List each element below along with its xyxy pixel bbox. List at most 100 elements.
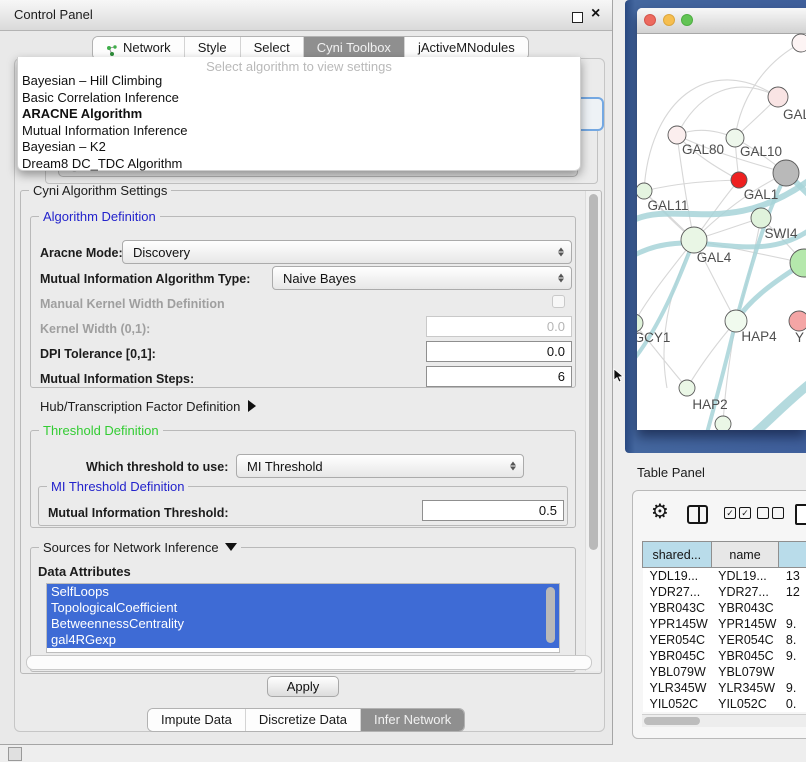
table-cell[interactable] <box>779 600 806 616</box>
close-panel-button[interactable]: × <box>591 5 600 23</box>
attribute-item-gal4rgexp[interactable]: gal4RGexp <box>47 632 559 648</box>
hub-tf-expander[interactable]: Hub/Transcription Factor Definition <box>40 399 256 414</box>
network-node-y[interactable] <box>789 311 806 331</box>
table-row[interactable]: YPR145WYPR145W9. <box>643 616 806 632</box>
dpi-tolerance-field[interactable] <box>426 341 572 362</box>
table-row[interactable]: YDR27...YDR27...12 <box>643 584 806 600</box>
zoom-traffic-light-icon[interactable] <box>681 14 693 26</box>
attribute-item-topologicalcoefficient[interactable]: TopologicalCoefficient <box>47 600 559 616</box>
table-cell[interactable]: YDR27... <box>643 584 712 600</box>
column-header-shared-[interactable]: shared... <box>643 542 712 568</box>
algorithm-option-bayesian-k2[interactable]: Bayesian – K2 <box>18 139 580 156</box>
network-node-hap2[interactable] <box>679 380 695 396</box>
table-cell[interactable]: 9. <box>779 680 806 696</box>
table-cell[interactable]: YBR043C <box>711 600 779 616</box>
table-cell[interactable]: YER054C <box>643 632 712 648</box>
tab-cyni-toolbox[interactable]: Cyni Toolbox <box>303 37 404 59</box>
settings-scrollbar-track[interactable] <box>585 191 600 671</box>
deselect-all-checkboxes-icon[interactable] <box>757 507 784 519</box>
table-cell[interactable]: 0. <box>779 696 806 712</box>
table-cell[interactable]: YBL079W <box>643 664 712 680</box>
mi-threshold-field[interactable] <box>422 500 564 521</box>
table-row[interactable]: YER054CYER054C8. <box>643 632 806 648</box>
table-row[interactable]: YBL079WYBL079W <box>643 664 806 680</box>
table-cell[interactable]: 12 <box>779 584 806 600</box>
table-cell[interactable]: YBR043C <box>643 600 712 616</box>
table-cell[interactable]: YLR345W <box>711 680 779 696</box>
aracne-mode-combo[interactable]: Discovery <box>122 240 572 264</box>
column-header-partial[interactable] <box>779 542 806 568</box>
table-row[interactable]: YDL19...YDL19...13 <box>643 568 806 585</box>
table-horizontal-scrollbar[interactable] <box>642 714 806 727</box>
table-cell[interactable]: YIL052C <box>643 696 712 712</box>
algorithm-option-mutual-information-inference[interactable]: Mutual Information Inference <box>18 123 580 140</box>
node-label-gcy1: GCY1 <box>637 330 670 345</box>
tab-style[interactable]: Style <box>184 37 240 59</box>
network-node[interactable] <box>773 160 799 186</box>
network-edge-highlighted[interactable] <box>755 381 806 430</box>
gear-icon[interactable]: ⚙ <box>651 502 669 522</box>
algorithm-option-aracne-algorithm[interactable]: ARACNE Algorithm <box>18 106 580 123</box>
network-node-swi4[interactable] <box>751 208 771 228</box>
node-table[interactable]: shared...nameYDL19...YDL19...13YDR27...Y… <box>642 541 806 712</box>
table-cell[interactable]: 9. <box>779 616 806 632</box>
minimized-panel-grip[interactable] <box>8 747 22 761</box>
algorithm-option-dream8-dc-tdc-algorithm[interactable]: Dream8 DC_TDC Algorithm <box>18 156 580 173</box>
column-header-name[interactable]: name <box>711 542 779 568</box>
mi-algorithm-type-combo[interactable]: Naive Bayes <box>272 266 572 290</box>
algorithm-option-basic-correlation-inference[interactable]: Basic Correlation Inference <box>18 90 580 107</box>
table-cell[interactable]: YBR045C <box>643 648 712 664</box>
mi-steps-field[interactable] <box>426 366 572 387</box>
attribute-item-betweennesscentrality[interactable]: BetweennessCentrality <box>47 616 559 632</box>
split-columns-icon[interactable] <box>687 505 708 524</box>
table-cell[interactable]: YDR27... <box>711 584 779 600</box>
sheet-icon[interactable] <box>795 504 806 525</box>
table-cell[interactable]: YLR345W <box>643 680 712 696</box>
network-node-gal[interactable] <box>768 87 788 107</box>
float-window-button[interactable] <box>572 12 583 23</box>
network-node[interactable] <box>792 34 806 52</box>
table-cell[interactable]: YBR045C <box>711 648 779 664</box>
tab-label: Impute Data <box>161 709 232 731</box>
minimize-traffic-light-icon[interactable] <box>663 14 675 26</box>
close-traffic-light-icon[interactable] <box>644 14 656 26</box>
tab-impute-data[interactable]: Impute Data <box>148 709 245 731</box>
table-cell[interactable]: 9. <box>779 648 806 664</box>
which-threshold-value: MI Threshold <box>247 459 323 474</box>
table-cell[interactable]: YIL052C <box>711 696 779 712</box>
table-cell[interactable]: YER054C <box>711 632 779 648</box>
table-cell[interactable]: YPR145W <box>711 616 779 632</box>
apply-button[interactable]: Apply <box>267 676 339 697</box>
attribute-item-selfloops[interactable]: SelfLoops <box>47 584 559 600</box>
network-view[interactable]: GALGAL80GAL10GAL1GAL11SWI4GAL4GCY1HAP4YH… <box>637 33 806 430</box>
network-node[interactable] <box>715 416 731 430</box>
table-row[interactable]: YBR045CYBR045C9. <box>643 648 806 664</box>
table-cell[interactable]: 8. <box>779 632 806 648</box>
table-row[interactable]: YLR345WYLR345W9. <box>643 680 806 696</box>
algorithm-option-bayesian-hill-climbing[interactable]: Bayesian – Hill Climbing <box>18 73 580 90</box>
table-cell[interactable]: YDL19... <box>711 568 779 585</box>
data-attributes-list[interactable]: SelfLoopsTopologicalCoefficientBetweenne… <box>46 583 560 653</box>
table-cell[interactable]: 13 <box>779 568 806 585</box>
network-node-gal11[interactable] <box>637 183 652 199</box>
table-row[interactable]: YIL052CYIL052C0. <box>643 696 806 712</box>
which-threshold-combo[interactable]: MI Threshold <box>236 454 524 478</box>
table-row[interactable]: YBR043CYBR043C <box>643 600 806 616</box>
table-cell[interactable]: YPR145W <box>643 616 712 632</box>
tab-discretize-data[interactable]: Discretize Data <box>245 709 360 731</box>
network-edge[interactable] <box>644 180 739 191</box>
table-cell[interactable]: YDL19... <box>643 568 712 585</box>
settings-scrollbar-thumb[interactable] <box>589 194 598 550</box>
table-scrollbar-thumb[interactable] <box>644 717 700 725</box>
network-edge[interactable] <box>644 80 778 191</box>
tab-select[interactable]: Select <box>240 37 303 59</box>
select-all-checkboxes-icon[interactable]: ✓ ✓ <box>724 507 751 519</box>
tab-infer-network[interactable]: Infer Network <box>360 709 464 731</box>
network-node-gal1[interactable] <box>731 172 747 188</box>
tab-network[interactable]: Network <box>93 37 184 59</box>
table-cell[interactable]: YBL079W <box>711 664 779 680</box>
tab-jactivemnodules[interactable]: jActiveMNodules <box>404 37 528 59</box>
table-cell[interactable] <box>779 664 806 680</box>
attributes-list-scrollbar-thumb[interactable] <box>546 587 555 643</box>
settings-horizontal-scrollbar[interactable] <box>26 655 592 670</box>
